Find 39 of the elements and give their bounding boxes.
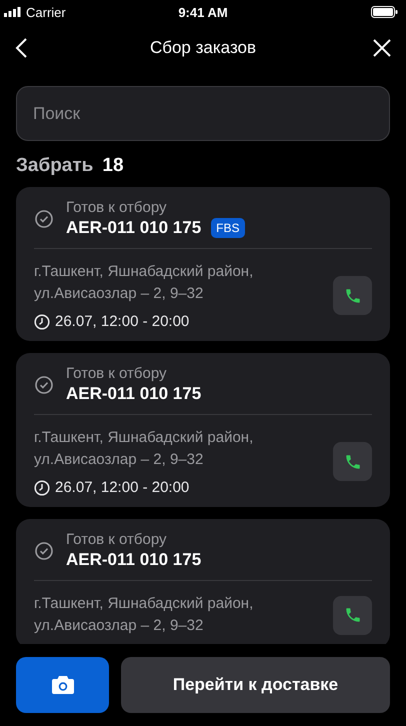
order-number: AER-011 010 175 bbox=[66, 550, 202, 570]
go-to-delivery-button[interactable]: Перейти к доставке bbox=[121, 657, 390, 713]
order-status: Готов к отбору bbox=[66, 199, 168, 216]
order-card[interactable]: Готов к отбору AER-011 010 175 г.Ташкент, Яшнабадский район, ул.Ависаозлар – 2, 9–32 bbox=[16, 519, 390, 644]
phone-icon bbox=[344, 606, 362, 624]
signal-icon bbox=[4, 7, 22, 17]
clock-icon bbox=[34, 480, 50, 496]
order-address: г.Ташкент, Яшнабадский район, ул.Ависаозлар – 2, 9–32 bbox=[34, 594, 254, 636]
section-count: 18 bbox=[102, 155, 124, 177]
delivery-time: 26.07, 12:00 - 20:00 bbox=[55, 313, 190, 330]
order-status: Готов к отбору bbox=[66, 365, 168, 382]
call-button[interactable] bbox=[333, 596, 372, 634]
order-status: Готов к отбору bbox=[66, 531, 168, 548]
check-circle-icon bbox=[34, 374, 54, 394]
order-number: AER-011 010 175 bbox=[66, 218, 202, 238]
status-time: 9:41 AM bbox=[178, 4, 228, 20]
order-address: г.Ташкент, Яшнабадский район, ул.Ависаозлар – 2, 9–32 bbox=[34, 428, 254, 470]
battery-icon bbox=[371, 6, 398, 18]
phone-icon bbox=[344, 286, 362, 304]
search-field[interactable]: Поиск bbox=[16, 86, 390, 141]
call-button[interactable] bbox=[333, 276, 372, 315]
order-address: г.Ташкент, Яшнабадский район, ул.Ависаозлар – 2, 9–32 bbox=[34, 262, 254, 304]
order-card[interactable]: Готов к отбору AER-011 010 175 FBS г.Ташкент, Яшнабадский район, ул.Ависаозлар – 2, 9–32 26.07, 12:00 - 20:00 bbox=[16, 187, 390, 341]
delivery-time: 26.07, 12:00 - 20:00 bbox=[55, 479, 190, 496]
check-circle-icon bbox=[34, 540, 54, 560]
check-circle-icon bbox=[34, 208, 54, 228]
order-number: AER-011 010 175 bbox=[66, 384, 202, 404]
clock-icon bbox=[34, 314, 50, 330]
order-card[interactable]: Готов к отбору AER-011 010 175 г.Ташкент, Яшнабадский район, ул.Ависаозлар – 2, 9–32 26.07, 12:00 - 20:00 bbox=[16, 353, 390, 507]
back-button[interactable] bbox=[14, 37, 28, 59]
close-button[interactable] bbox=[372, 38, 392, 58]
order-type-badge: FBS bbox=[211, 218, 244, 238]
camera-icon bbox=[50, 674, 74, 696]
section-label: Забрать bbox=[16, 155, 94, 177]
phone-icon bbox=[344, 452, 362, 470]
carrier-name: Carrier bbox=[26, 4, 66, 20]
call-button[interactable] bbox=[333, 442, 372, 481]
screen-title: Сбор заказов bbox=[150, 38, 256, 58]
camera-button[interactable] bbox=[16, 657, 109, 713]
